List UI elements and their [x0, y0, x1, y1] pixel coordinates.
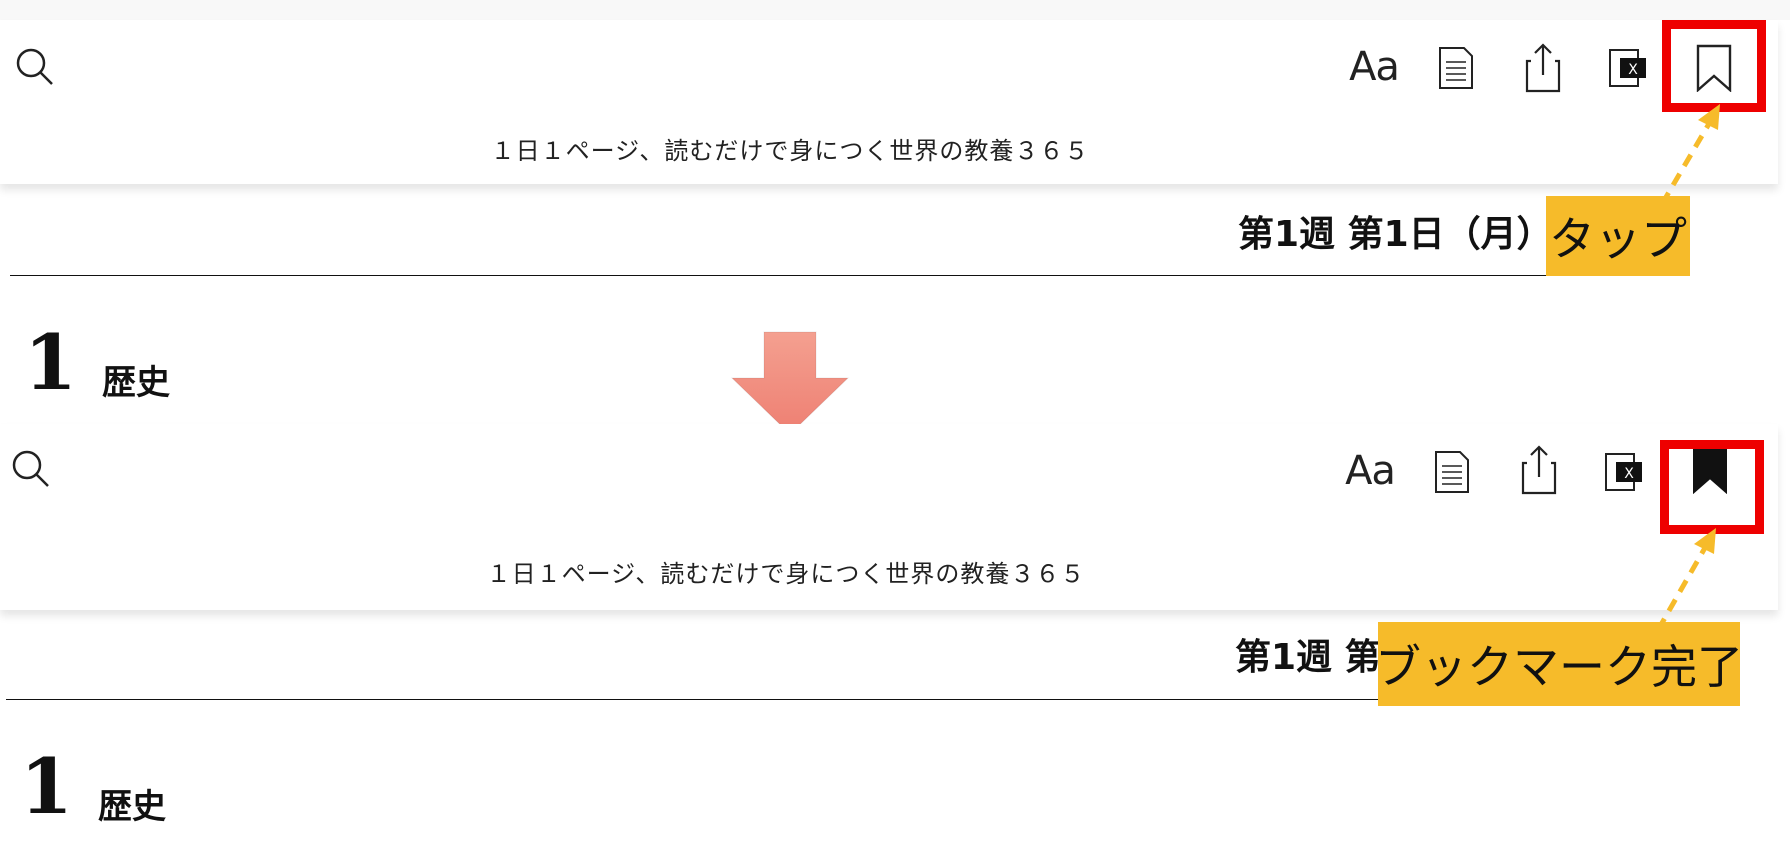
before-screenshot: Aa X １日１ページ、読むだけで身につく世界の教養３６５ 第1週 第1日（月）… [0, 0, 1790, 424]
document-icon[interactable] [1429, 444, 1475, 500]
tap-callout: タップ [1546, 196, 1690, 276]
reader-toolbar: Aa X １日１ページ、読むだけで身につく世界の教養３６５ [0, 424, 1778, 610]
bookmark-highlight-box [1660, 440, 1764, 534]
share-icon[interactable] [1518, 38, 1568, 98]
xray-icon[interactable]: X [1606, 40, 1650, 96]
transition-down-arrow [730, 331, 850, 435]
heading-divider [6, 699, 1586, 700]
search-icon[interactable] [10, 42, 60, 92]
week-heading: 第1週 第1日（月） [1238, 214, 1553, 255]
callout-pointer-arrow [1659, 104, 1720, 206]
bookmark-highlight-box [1662, 20, 1766, 112]
section-number: 1 [20, 742, 73, 831]
status-strip [0, 0, 1790, 20]
section-title: 歴史 [102, 363, 170, 403]
bookmark-complete-callout: ブックマーク完了 [1375, 622, 1743, 706]
font-settings-button[interactable]: Aa [1344, 42, 1404, 92]
search-icon[interactable] [6, 444, 56, 494]
book-title: １日１ページ、読むだけで身につく世界の教養３６５ [490, 137, 1090, 165]
after-screenshot: Aa X １日１ページ、読むだけで身につく世界の教養３６５ 第1週 第 1 歴史… [0, 424, 1790, 848]
xray-label: X [1624, 466, 1634, 482]
xray-label: X [1628, 62, 1638, 78]
week-heading: 第1週 第 [1235, 637, 1381, 678]
section-title: 歴史 [98, 787, 166, 827]
xray-icon[interactable]: X [1602, 444, 1646, 500]
font-settings-button[interactable]: Aa [1340, 446, 1400, 496]
callout-pointer-arrow [1655, 528, 1716, 632]
reader-toolbar: Aa X １日１ページ、読むだけで身につく世界の教養３６５ [0, 20, 1778, 184]
section-number: 1 [24, 318, 77, 407]
document-icon[interactable] [1433, 40, 1479, 96]
share-icon[interactable] [1514, 440, 1564, 500]
book-title: １日１ページ、読むだけで身につく世界の教養３６５ [486, 560, 1086, 588]
heading-divider [10, 275, 1590, 276]
